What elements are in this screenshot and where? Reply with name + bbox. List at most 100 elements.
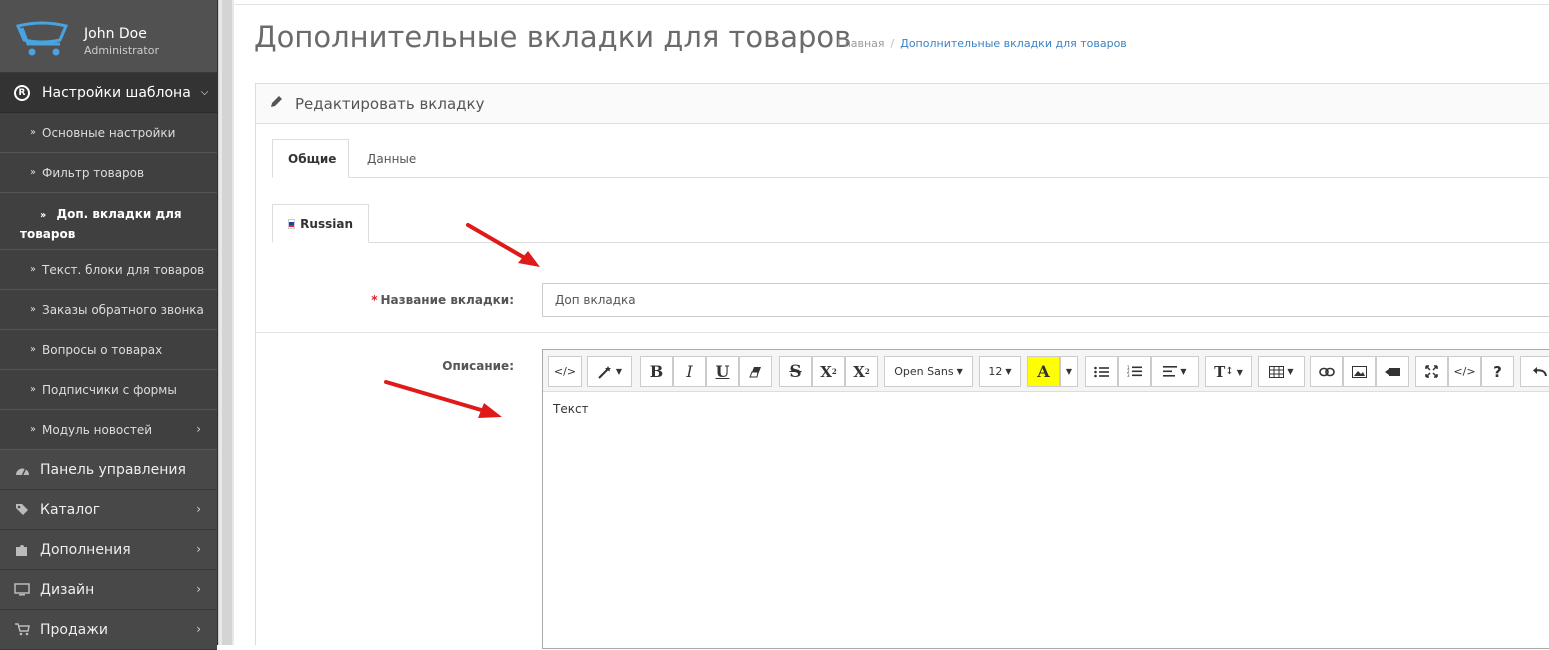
tab-data[interactable]: Данные xyxy=(352,139,431,178)
sidebar-item-sales[interactable]: Продажи › xyxy=(0,610,217,650)
tab-general[interactable]: Общие xyxy=(272,139,349,178)
color-caret-icon[interactable]: ▼ xyxy=(1060,356,1078,387)
monitor-icon xyxy=(14,583,30,596)
chevron-down-icon: ⌵ xyxy=(200,87,209,98)
svg-text:3: 3 xyxy=(1127,373,1130,378)
cart-logo-icon xyxy=(15,21,69,56)
sidebar-item-label: Каталог xyxy=(40,501,101,518)
form-divider xyxy=(256,332,1549,333)
font-family-value: Open Sans xyxy=(894,365,954,378)
sidebar-item-product-questions[interactable]: ›› Вопросы о товарах xyxy=(0,330,217,370)
video-icon[interactable] xyxy=(1376,356,1409,387)
sidebar-item-text-blocks[interactable]: ›› Текст. блоки для товаров xyxy=(0,250,217,290)
sidebar-item-label: Доп. вкладки для товаров xyxy=(20,207,182,241)
unordered-list-icon[interactable] xyxy=(1085,356,1118,387)
menu-template-settings-label: Настройки шаблона xyxy=(42,84,191,101)
eraser-icon[interactable] xyxy=(739,356,772,387)
sidebar-item-callback-orders[interactable]: ›› Заказы обратного звонка xyxy=(0,290,217,330)
magic-wand-icon[interactable]: ▼ xyxy=(587,356,632,387)
superscript-icon[interactable]: X2 xyxy=(812,356,845,387)
breadcrumb: Главная / Дополнительные вкладки для товар… xyxy=(837,37,1127,50)
strikethrough-icon[interactable]: S xyxy=(779,356,812,387)
link-icon[interactable] xyxy=(1310,356,1343,387)
panel-heading: Редактировать вкладку xyxy=(256,84,1549,124)
sidebar-item-label: Заказы обратного звонка xyxy=(42,302,204,317)
breadcrumb-current-link[interactable]: Дополнительные вкладки для товаров xyxy=(900,37,1127,50)
subscript-icon[interactable]: X2 xyxy=(845,356,878,387)
image-icon[interactable] xyxy=(1343,356,1376,387)
menu-template-settings[interactable]: R Настройки шаблона ⌵ xyxy=(0,73,217,113)
russian-flag-icon xyxy=(288,218,296,229)
sidebar-item-catalog[interactable]: Каталог › xyxy=(0,490,217,530)
chevron-right-icon: › xyxy=(196,622,201,636)
sidebar-item-label: Панель управления xyxy=(40,461,186,478)
code-view-icon[interactable]: </> xyxy=(548,356,582,387)
sidebar-item-extensions[interactable]: Дополнения › xyxy=(0,530,217,570)
text-color-icon[interactable]: A xyxy=(1027,356,1060,387)
bold-icon[interactable]: B xyxy=(640,356,673,387)
edit-panel: Редактировать вкладку Общие Данные Russi… xyxy=(255,83,1549,649)
breadcrumb-home-link[interactable]: Главная xyxy=(837,37,885,50)
double-chevron-icon: ›› xyxy=(30,384,36,395)
sidebar-scrollbar[interactable] xyxy=(218,0,234,645)
rich-text-editor: </> ▼ B I U S X2 X2 Open Sans ▼ 12 ▼ A ▼ 1… xyxy=(542,349,1549,649)
sidebar: John Doe Administrator R Настройки шабло… xyxy=(0,0,218,650)
registered-icon: R xyxy=(14,84,30,101)
italic-icon[interactable]: I xyxy=(673,356,706,387)
tags-icon xyxy=(14,503,30,516)
chevron-right-icon: › xyxy=(196,422,201,436)
tab-language-russian[interactable]: Russian xyxy=(272,204,369,243)
double-chevron-icon: ›› xyxy=(30,344,36,355)
double-chevron-icon: ›› xyxy=(30,304,36,315)
tab-label: Данные xyxy=(367,151,417,166)
sidebar-item-dashboard[interactable]: Панель управления xyxy=(0,450,217,490)
ordered-list-icon[interactable]: 123 xyxy=(1118,356,1151,387)
cart-icon xyxy=(14,623,30,636)
tab-name-input[interactable]: Доп вкладка xyxy=(542,283,1549,317)
sidebar-item-label: Основные настройки xyxy=(42,125,176,140)
double-chevron-icon: ›› xyxy=(30,424,36,435)
table-icon[interactable]: ▼ xyxy=(1258,356,1305,387)
user-name: John Doe xyxy=(84,26,147,42)
double-chevron-icon: ›› xyxy=(40,210,46,221)
sidebar-item-form-subscribers[interactable]: ›› Подписчики с формы xyxy=(0,370,217,410)
sidebar-item-label: Дополнения xyxy=(40,541,131,558)
font-size-select[interactable]: 12 ▼ xyxy=(979,356,1021,387)
editor-content[interactable]: Текст xyxy=(553,402,589,416)
breadcrumb-separator: / xyxy=(890,37,895,50)
dashboard-icon xyxy=(14,464,30,476)
chevron-right-icon: › xyxy=(196,542,201,556)
sidebar-item-product-filter[interactable]: ›› Фильтр товаров xyxy=(0,153,217,193)
line-height-icon[interactable]: T ↕ ▼ xyxy=(1205,356,1252,387)
sidebar-item-extra-tabs[interactable]: ›› Доп. вкладки для товаров xyxy=(0,193,217,250)
puzzle-icon xyxy=(14,543,30,557)
sidebar-item-label: Продажи xyxy=(40,621,108,638)
tab-name-label-text: Название вкладки: xyxy=(380,293,515,307)
font-size-value: 12 xyxy=(988,365,1003,378)
double-chevron-icon: ›› xyxy=(30,127,36,138)
code-icon[interactable]: </> xyxy=(1448,356,1481,387)
scrollbar-thumb[interactable] xyxy=(222,0,232,645)
main-tabs: Общие Данные xyxy=(272,139,1549,178)
align-icon[interactable]: ▼ xyxy=(1151,356,1199,387)
undo-icon[interactable] xyxy=(1520,356,1549,387)
tab-label: Общие xyxy=(288,151,337,166)
sidebar-item-label: Подписчики с формы xyxy=(42,382,177,397)
fullscreen-icon[interactable] xyxy=(1415,356,1448,387)
description-label: Описание: xyxy=(442,359,514,373)
tab-name-label: * Название вкладки: xyxy=(356,293,514,307)
help-icon[interactable]: ? xyxy=(1481,356,1514,387)
chevron-right-icon: › xyxy=(196,502,201,516)
sidebar-item-label: Дизайн xyxy=(40,581,95,598)
chevron-right-icon: › xyxy=(196,582,201,596)
user-profile[interactable]: John Doe Administrator xyxy=(0,0,217,73)
font-family-select[interactable]: Open Sans ▼ xyxy=(884,356,973,387)
double-chevron-icon: ›› xyxy=(30,264,36,275)
panel-title: Редактировать вкладку xyxy=(295,94,485,113)
sidebar-item-main-settings[interactable]: ›› Основные настройки xyxy=(0,113,217,153)
sidebar-item-design[interactable]: Дизайн › xyxy=(0,570,217,610)
underline-icon[interactable]: U xyxy=(706,356,739,387)
tab-label: Russian xyxy=(300,216,353,231)
sidebar-item-news-module[interactable]: ›› Модуль новостей › xyxy=(0,410,217,450)
language-tabs: Russian xyxy=(272,204,1549,243)
